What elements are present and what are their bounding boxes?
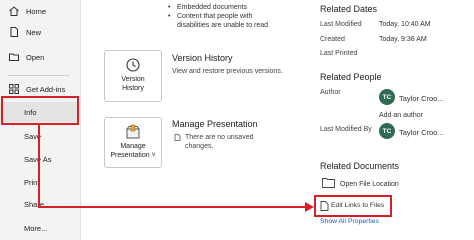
new-document-icon (10, 27, 18, 37)
nav-open[interactable]: Open (0, 47, 80, 67)
last-modified-by-label: Last Modified By (320, 126, 372, 133)
inspect-bullet-text: disabilities are unable to read (177, 22, 269, 29)
inspect-bullet-text: Content that people with (177, 13, 253, 20)
related-documents-title: Related Documents (320, 161, 400, 171)
related-people-title: Related People (320, 72, 382, 82)
author-name[interactable]: Taylor Croo... (399, 94, 444, 103)
clock-history-icon (126, 58, 140, 72)
last-modified-value: Today, 10:40 AM (379, 21, 431, 28)
manage-presentation-button-label: Manage Presentation ˅ (110, 142, 155, 160)
modifier-name[interactable]: Taylor Croo... (399, 128, 444, 137)
manage-presentation-icon (126, 124, 140, 139)
folder-icon (322, 178, 335, 188)
manage-presentation-title: Manage Presentation (172, 119, 258, 129)
show-all-properties-link[interactable]: Show All Properties (320, 218, 379, 225)
nav-more[interactable]: More... (0, 218, 80, 238)
inspect-bullets: Embedded documents Content that people w… (168, 3, 268, 30)
last-printed-label: Last Printed (320, 50, 358, 57)
edit-links-highlight-box (314, 195, 392, 217)
manage-label-line2: Presentation (110, 152, 150, 159)
version-history-button[interactable]: Version History (104, 50, 162, 102)
annotation-arrow-line (38, 206, 308, 208)
version-history-label-line1: Version (121, 76, 145, 83)
created-label: Created (320, 36, 345, 43)
version-history-button-label: Version History (121, 75, 144, 93)
inspect-bullet: Content that people with disabilities are… (168, 12, 268, 30)
nav-save-as[interactable]: Save As (0, 149, 80, 169)
open-file-location-link[interactable]: Open File Location (340, 181, 399, 188)
nav-home-label: Home (26, 6, 47, 16)
manage-presentation-desc: There are no unsaved changes. (185, 133, 254, 151)
annotation-arrow-line (38, 125, 40, 207)
info-highlight-box (1, 96, 79, 125)
sidebar-divider (8, 75, 70, 76)
inspect-bullet-text: Embedded documents (177, 4, 248, 11)
version-history-label-line2: History (122, 85, 144, 92)
nav-more-label: More... (24, 223, 48, 233)
nav-open-label: Open (26, 52, 45, 62)
manage-desc-line2: changes. (185, 143, 214, 150)
arrow-head-icon (305, 202, 314, 212)
chevron-down-icon: ˅ (151, 152, 156, 159)
author-label: Author (320, 89, 341, 96)
last-modified-label: Last Modified (320, 21, 362, 28)
nav-share[interactable]: Share (0, 194, 80, 214)
add-author-field[interactable]: Add an author (379, 112, 423, 119)
nav-new[interactable]: New (0, 22, 80, 42)
nav-get-addins-label: Get Add-ins (26, 84, 66, 94)
document-small-icon (174, 134, 181, 141)
manage-desc-line1: There are no unsaved (185, 134, 254, 141)
version-history-desc: View and restore previous versions. (172, 68, 283, 75)
author-avatar[interactable]: TC (379, 89, 395, 105)
created-value: Today, 9:36 AM (379, 36, 427, 43)
nav-save[interactable]: Save (0, 126, 80, 146)
manage-label-line1: Manage (120, 143, 146, 150)
nav-print[interactable]: Print (0, 172, 80, 192)
modifier-avatar[interactable]: TC (379, 123, 395, 139)
manage-presentation-button[interactable]: Manage Presentation ˅ (104, 117, 162, 168)
folder-icon (9, 53, 19, 61)
version-history-title: Version History (172, 53, 233, 63)
nav-new-label: New (26, 27, 42, 37)
addins-grid-icon (9, 84, 19, 94)
related-dates-title: Related Dates (320, 4, 378, 14)
inspect-bullet: Embedded documents (168, 3, 268, 12)
nav-home[interactable]: Home (0, 1, 80, 21)
home-icon (9, 6, 19, 16)
